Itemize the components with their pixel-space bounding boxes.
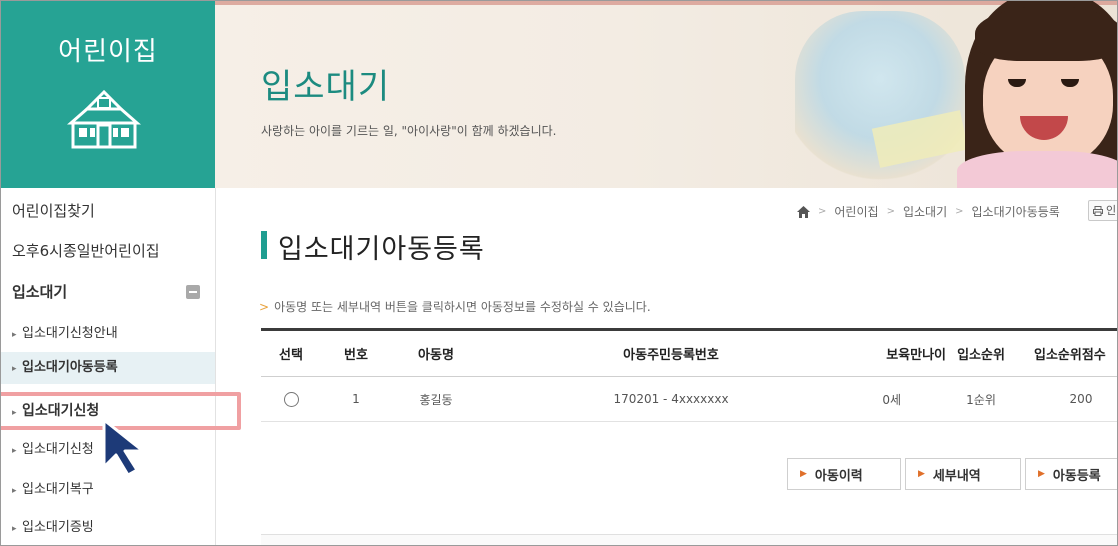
triangle-right-icon: ▶	[800, 469, 807, 479]
page-title-accent	[261, 231, 267, 259]
bullet-icon: ▸	[12, 524, 17, 534]
row-age: 0세	[882, 392, 901, 407]
banner-subtitle: 사랑하는 아이를 기르는 일, "아이사랑"이 함께 하겠습니다.	[261, 124, 557, 138]
page-title: 입소대기아동등록	[278, 234, 485, 265]
sidebar-menu: 어린이집찾기 오후6시종일반어린이집 입소대기 ▸ 입소대기신청안내 ▸ 입소대기아…	[1, 188, 216, 545]
column-header-child-name: 아동명	[418, 348, 454, 363]
house-icon	[67, 89, 141, 149]
print-button-label: 인	[1106, 204, 1117, 217]
sidebar-item-label: 오후6시종일반어린이집	[12, 242, 160, 260]
bullet-icon: ▸	[12, 486, 17, 496]
sidebar-item-daycare-search[interactable]: 어린이집찾기	[1, 200, 215, 224]
row-number: 1	[352, 392, 360, 406]
table-header: 선택 번호 아동명 아동주민등록번호 보육만나이 입소순위 입소순위점수	[261, 328, 1117, 377]
banner: 입소대기 사랑하는 아이를 기르는 일, "아이사랑"이 함께 하겠습니다.	[215, 1, 1117, 188]
bullet-icon: ▸	[12, 446, 17, 456]
breadcrumb-item[interactable]: 어린이집	[834, 203, 878, 220]
column-header-age: 보육만나이	[886, 348, 946, 363]
banner-photo-girl-bangs	[975, 6, 1117, 61]
breadcrumb-item[interactable]: 입소대기	[903, 203, 947, 220]
notice-text: 아동명 또는 세부내역 버튼을 클릭하시면 아동정보를 수정하실 수 있습니다.	[274, 300, 651, 314]
chevron-right-icon: >	[818, 206, 827, 217]
sidebar-item-waitlist-restore[interactable]: ▸ 입소대기복구	[1, 478, 215, 500]
triangle-right-icon: ▶	[918, 469, 925, 479]
row-select-cell	[261, 377, 321, 421]
table-row[interactable]: 1 홍길동 170201 - 4xxxxxxx 0세 1순위 200	[261, 377, 1117, 422]
row-rank: 1순위	[966, 392, 996, 407]
collapse-icon[interactable]	[186, 285, 200, 299]
banner-photo-girl-shirt	[957, 151, 1117, 188]
banner-top-line	[215, 1, 1117, 5]
chevron-right-icon: >	[955, 206, 964, 217]
triangle-right-icon: ▶	[1038, 469, 1045, 479]
sidebar-header: 어린이집	[1, 1, 215, 188]
sidebar-title: 어린이집	[58, 37, 158, 67]
child-history-button-label: 아동이력	[814, 468, 863, 484]
bottom-section	[261, 534, 1117, 545]
child-register-button-label: 아동등록	[1052, 468, 1101, 484]
child-history-button[interactable]: ▶ 아동이력	[787, 458, 901, 490]
column-header-rrn: 아동주민등록번호	[623, 348, 719, 363]
sidebar-item-waitlist[interactable]: 입소대기	[1, 281, 215, 305]
sidebar-item-label: 입소대기증빙	[22, 520, 94, 535]
child-register-button[interactable]: ▶ 아동등록	[1025, 458, 1117, 490]
print-button[interactable]: 인	[1088, 200, 1117, 221]
banner-title: 입소대기	[261, 67, 391, 107]
sidebar-item-label: 입소대기복구	[22, 482, 94, 497]
sidebar-item-6pm-daycare[interactable]: 오후6시종일반어린이집	[1, 240, 215, 264]
mouse-cursor-icon	[102, 418, 145, 477]
bullet-icon: ▸	[12, 330, 17, 340]
sidebar-item-label: 어린이집찾기	[12, 202, 95, 220]
printer-icon	[1093, 205, 1103, 216]
chevron-right-icon: >	[886, 206, 895, 217]
row-child-name[interactable]: 홍길동	[391, 377, 481, 421]
sidebar-item-label: 입소대기	[12, 283, 68, 301]
details-button-label: 세부내역	[932, 468, 981, 484]
breadcrumb-item-current: 입소대기아동등록	[971, 205, 1060, 219]
sidebar-item-waitlist-child-registration[interactable]: ▸ 입소대기아동등록	[1, 352, 215, 384]
sidebar-item-label: 입소대기신청안내	[22, 326, 118, 341]
sidebar-item-label: 입소대기아동등록	[22, 360, 118, 375]
sidebar-item-waitlist-proof[interactable]: ▸ 입소대기증빙	[1, 516, 215, 538]
notice-arrow-icon: >	[259, 300, 270, 314]
row-rrn: 170201 - 4xxxxxxx	[613, 392, 729, 406]
column-header-number: 번호	[344, 348, 368, 363]
notice: > 아동명 또는 세부내역 버튼을 클릭하시면 아동정보를 수정하실 수 있습니다…	[259, 298, 651, 315]
column-header-rank: 입소순위	[957, 348, 1005, 363]
sidebar-item-waitlist-guide[interactable]: ▸ 입소대기신청안내	[1, 322, 215, 344]
row-score: 200	[1069, 392, 1093, 406]
waitlist-child-table: 선택 번호 아동명 아동주민등록번호 보육만나이 입소순위 입소순위점수 1 홍…	[261, 328, 1117, 422]
details-button[interactable]: ▶ 세부내역	[905, 458, 1021, 490]
column-header-select: 선택	[279, 348, 303, 363]
row-select-radio[interactable]	[283, 391, 299, 407]
breadcrumb: > 어린이집 > 입소대기 > 입소대기아동등록	[797, 203, 1060, 220]
sidebar-item-label: 입소대기신청	[22, 442, 94, 457]
column-header-score: 입소순위점수	[1034, 348, 1106, 363]
home-icon[interactable]	[797, 205, 810, 218]
bullet-icon: ▸	[12, 364, 17, 374]
app-window: 어린이집 어린이집찾기 오후6시종일반어린이집 입소대기 ▸ 입소대기신청안내 ▸…	[0, 0, 1118, 546]
